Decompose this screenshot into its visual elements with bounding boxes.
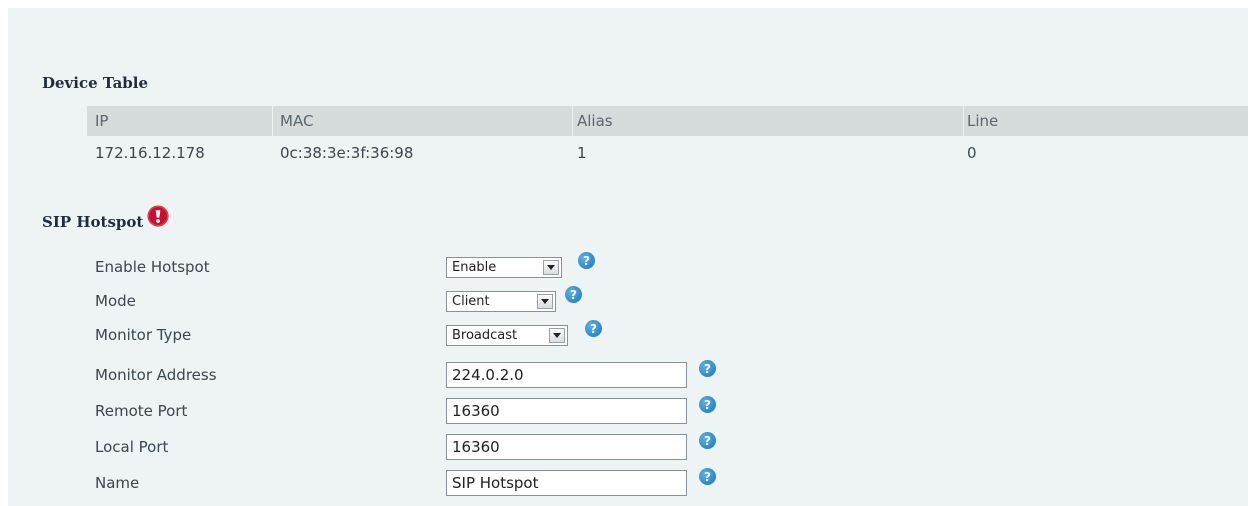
local-port-input[interactable]: [446, 434, 687, 460]
column-header-ip: IP: [95, 112, 109, 130]
column-divider: [272, 106, 273, 136]
monitor-address-row: Monitor Address ?: [8, 358, 1248, 392]
cell-alias: 1: [577, 144, 587, 162]
chevron-down-icon[interactable]: [543, 260, 559, 275]
help-icon[interactable]: ?: [578, 252, 595, 269]
chevron-down-icon[interactable]: [549, 328, 565, 343]
column-divider: [572, 106, 573, 136]
content-panel: Device Table IP MAC Alias Line 172.16.12…: [8, 8, 1248, 506]
column-divider: [963, 106, 964, 136]
table-row: 172.16.12.178 0c:38:3e:3f:36:98 1 0: [87, 136, 1248, 170]
monitor-type-label: Monitor Type: [95, 326, 192, 344]
help-icon[interactable]: ?: [699, 432, 716, 449]
warning-icon: [147, 205, 169, 227]
device-table: IP MAC Alias Line 172.16.12.178 0c:38:3e…: [87, 106, 1248, 170]
help-icon[interactable]: ?: [699, 468, 716, 485]
monitor-address-label: Monitor Address: [95, 366, 217, 384]
remote-port-row: Remote Port ?: [8, 394, 1248, 428]
mode-select[interactable]: Client: [446, 291, 556, 312]
column-header-alias: Alias: [577, 112, 613, 130]
cell-ip: 172.16.12.178: [95, 144, 205, 162]
mode-row: Mode Client ?: [8, 284, 1248, 318]
remote-port-input[interactable]: [446, 398, 687, 424]
cell-mac: 0c:38:3e:3f:36:98: [280, 144, 414, 162]
help-icon[interactable]: ?: [699, 396, 716, 413]
sip-hotspot-title-text: SIP Hotspot: [42, 213, 144, 231]
name-input[interactable]: [446, 470, 687, 496]
monitor-type-value: Broadcast: [452, 328, 518, 343]
help-icon[interactable]: ?: [585, 320, 602, 337]
chevron-down-icon[interactable]: [537, 294, 553, 309]
enable-hotspot-value: Enable: [452, 260, 497, 275]
enable-hotspot-row: Enable Hotspot Enable ?: [8, 250, 1248, 284]
help-icon[interactable]: ?: [565, 286, 582, 303]
enable-hotspot-select[interactable]: Enable: [446, 257, 562, 278]
monitor-address-input[interactable]: [446, 362, 687, 388]
column-header-line: Line: [967, 112, 999, 130]
mode-label: Mode: [95, 292, 136, 310]
sip-hotspot-title: SIP Hotspot: [42, 205, 169, 233]
cell-line: 0: [967, 144, 977, 162]
local-port-label: Local Port: [95, 438, 169, 456]
help-icon[interactable]: ?: [699, 360, 716, 377]
table-header: IP MAC Alias Line: [87, 106, 1248, 136]
column-header-mac: MAC: [280, 112, 314, 130]
mode-value: Client: [452, 294, 490, 309]
device-table-title: Device Table: [42, 74, 149, 92]
name-label: Name: [95, 474, 140, 492]
name-row: Name ?: [8, 466, 1248, 500]
monitor-type-select[interactable]: Broadcast: [446, 325, 568, 346]
local-port-row: Local Port ?: [8, 430, 1248, 464]
remote-port-label: Remote Port: [95, 402, 188, 420]
monitor-type-row: Monitor Type Broadcast ?: [8, 318, 1248, 352]
enable-hotspot-label: Enable Hotspot: [95, 258, 210, 276]
